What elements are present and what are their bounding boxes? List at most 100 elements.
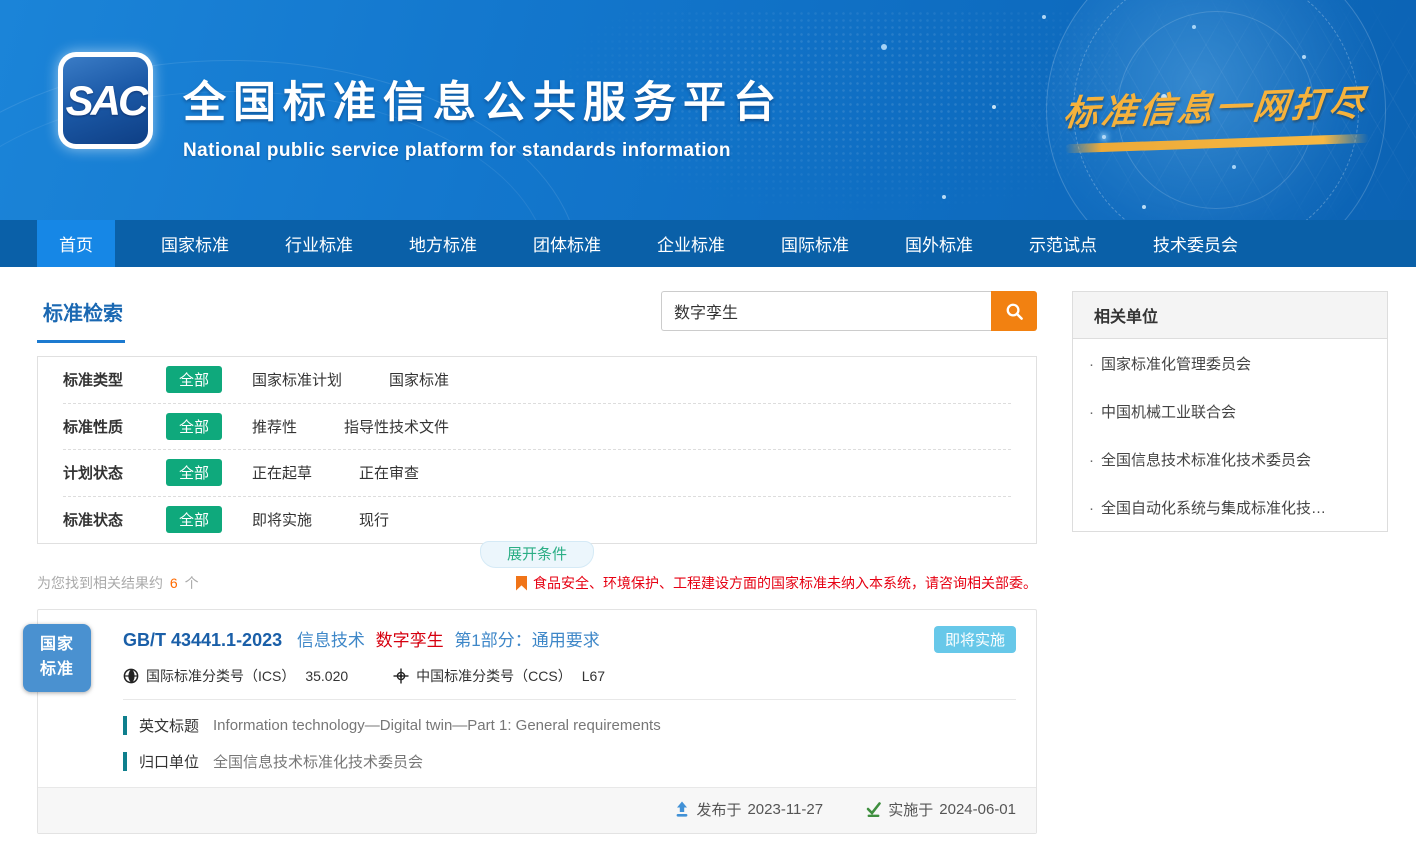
published-date-item: 发布于 2023-11-27: [674, 799, 823, 820]
nav-item-pilot[interactable]: 示范试点: [1023, 220, 1103, 267]
platform-title: 全国标准信息公共服务平台: [183, 68, 783, 130]
standard-title-highlight: 数字孪生: [376, 631, 444, 650]
nav-item-technical-committee[interactable]: 技术委员会: [1147, 220, 1244, 267]
filter-label: 标准类型: [63, 369, 166, 390]
field-label: 英文标题: [139, 715, 199, 736]
results-row: 为您找到相关结果约 6 个 食品安全、环境保护、工程建设方面的国家标准未纳入本系…: [37, 573, 1037, 593]
search-button[interactable]: [991, 291, 1037, 331]
platform-title-block: 全国标准信息公共服务平台 National public service pla…: [183, 68, 783, 162]
badge-line: 标准: [40, 658, 74, 683]
globe-icon: [123, 668, 139, 684]
sidebar-item-label: 全国信息技术标准化技术委员会: [1101, 452, 1311, 469]
implemented-date-item: 实施于 2024-06-01: [865, 799, 1016, 820]
filter-all-button[interactable]: 全部: [166, 506, 222, 533]
results-count-suffix: 个: [185, 575, 199, 591]
teal-bar: [123, 752, 127, 771]
notice-text: 食品安全、环境保护、工程建设方面的国家标准未纳入本系统，请咨询相关部委。: [533, 573, 1037, 593]
filter-label: 标准性质: [63, 416, 166, 437]
search-input[interactable]: [661, 291, 991, 331]
publish-upload-icon: [674, 801, 690, 818]
nav-item-group-standards[interactable]: 团体标准: [527, 220, 607, 267]
filter-option[interactable]: 现行: [359, 509, 389, 530]
platform-subtitle: National public service platform for sta…: [183, 140, 783, 162]
main-column: 标准检索 标准类型 全部 国家标准计划 国家标准: [37, 291, 1037, 834]
published-label: 发布于: [696, 799, 741, 820]
published-date: 2023-11-27: [747, 801, 823, 818]
field-value: Information technology—Digital twin—Part…: [213, 717, 661, 734]
implemented-label: 实施于: [888, 799, 933, 820]
results-count-number: 6: [170, 575, 178, 591]
filter-option[interactable]: 正在审查: [359, 462, 419, 483]
filter-label: 标准状态: [63, 509, 166, 530]
card-divider: [123, 699, 1016, 700]
sidebar-item-automation-systems-committee[interactable]: · 全国自动化系统与集成标准化技…: [1073, 483, 1387, 531]
nav-item-foreign-standards[interactable]: 国外标准: [899, 220, 979, 267]
page: SAC 全国标准信息公共服务平台 National public service…: [0, 0, 1416, 834]
filter-row-standard-type: 标准类型 全部 国家标准计划 国家标准: [63, 357, 1011, 404]
bullet: ·: [1089, 356, 1094, 373]
implement-check-icon: [865, 801, 882, 818]
system-notice: 食品安全、环境保护、工程建设方面的国家标准未纳入本系统，请咨询相关部委。: [516, 573, 1037, 593]
bullet: ·: [1089, 452, 1094, 469]
results-count-prefix: 为您找到相关结果约: [37, 575, 163, 591]
filter-row-standard-status: 标准状态 全部 即将实施 现行: [63, 497, 1011, 544]
card-head: GB/T 43441.1-2023 信息技术 数字孪生 第1部分：通用要求 即将…: [123, 626, 1016, 653]
standard-result-card[interactable]: 国家 标准 GB/T 43441.1-2023 信息技术 数字孪生 第1部分：通…: [37, 609, 1037, 834]
field-english-title: 英文标题 Information technology—Digital twin…: [123, 715, 1016, 736]
search-icon: [1005, 302, 1024, 321]
sidebar-item-label: 全国自动化系统与集成标准化技…: [1101, 500, 1326, 517]
implemented-date: 2024-06-01: [939, 801, 1016, 818]
main-nav: 首页 国家标准 行业标准 地方标准 团体标准 企业标准 国际标准 国外标准 示范…: [0, 220, 1416, 267]
ics-classification: 国际标准分类号（ICS） 35.020: [123, 666, 348, 686]
filter-option[interactable]: 推荐性: [252, 416, 297, 437]
bookmark-icon: [516, 576, 527, 591]
nav-item-national-standards[interactable]: 国家标准: [155, 220, 235, 267]
sac-logo[interactable]: SAC: [58, 52, 153, 149]
nav-item-international-standards[interactable]: 国际标准: [775, 220, 855, 267]
teal-bar: [123, 716, 127, 735]
status-badge: 即将实施: [934, 626, 1016, 653]
field-committee: 归口单位 全国信息技术标准化技术委员会: [123, 751, 1016, 772]
nav-item-enterprise-standards[interactable]: 企业标准: [651, 220, 731, 267]
nav-item-home[interactable]: 首页: [37, 220, 115, 267]
standard-code: GB/T 43441.1-2023: [123, 630, 282, 650]
filter-option[interactable]: 正在起草: [252, 462, 312, 483]
filter-option[interactable]: 国家标准计划: [252, 369, 342, 390]
page-title: 标准检索: [37, 291, 125, 343]
sidebar-item-sac[interactable]: · 国家标准化管理委员会: [1073, 339, 1387, 387]
nav-item-industry-standards[interactable]: 行业标准: [279, 220, 359, 267]
standard-title-part: 信息技术: [297, 631, 365, 650]
related-units-title: 相关单位: [1073, 292, 1387, 339]
ics-value: 35.020: [305, 668, 348, 684]
compass-icon: [393, 668, 409, 684]
card-footer: 发布于 2023-11-27 实施于 2024-06-01: [38, 787, 1036, 833]
bullet: ·: [1089, 500, 1094, 517]
sidebar-item-label: 中国机械工业联合会: [1101, 404, 1236, 421]
sidebar-item-it-standardization-committee[interactable]: · 全国信息技术标准化技术委员会: [1073, 435, 1387, 483]
filter-panel: 标准类型 全部 国家标准计划 国家标准 标准性质 全部 推荐性 指导性技术文件 …: [37, 356, 1037, 544]
standard-title-link[interactable]: GB/T 43441.1-2023 信息技术 数字孪生 第1部分：通用要求: [123, 626, 600, 651]
ccs-label: 中国标准分类号（CCS）: [416, 666, 572, 686]
badge-line: 国家: [40, 633, 74, 658]
sidebar: 相关单位 ·国家标准化管理委员会 ·中国机械工业联合会 ·全国信息技术标准化技术…: [1072, 291, 1388, 834]
filter-option[interactable]: 指导性技术文件: [344, 416, 449, 437]
slogan-block: 标准信息一网打尽: [1063, 75, 1369, 154]
search-box: [661, 291, 1037, 331]
sidebar-item-label: 国家标准化管理委员会: [1101, 356, 1251, 373]
filter-all-button[interactable]: 全部: [166, 413, 222, 440]
filter-all-button[interactable]: 全部: [166, 366, 222, 393]
nav-item-local-standards[interactable]: 地方标准: [403, 220, 483, 267]
ccs-classification: 中国标准分类号（CCS） L67: [393, 666, 605, 686]
expand-conditions-button[interactable]: 展开条件: [480, 541, 594, 568]
ccs-value: L67: [582, 668, 605, 684]
filter-option[interactable]: 即将实施: [252, 509, 312, 530]
filter-all-button[interactable]: 全部: [166, 459, 222, 486]
ics-label: 国际标准分类号（ICS）: [146, 666, 295, 686]
national-standard-badge: 国家 标准: [23, 624, 91, 692]
related-units-box: 相关单位 ·国家标准化管理委员会 ·中国机械工业联合会 ·全国信息技术标准化技术…: [1072, 291, 1388, 532]
sac-logo-text: SAC: [63, 57, 148, 144]
sidebar-item-machinery-federation[interactable]: ·中国机械工业联合会: [1073, 387, 1387, 435]
field-label: 归口单位: [139, 751, 199, 772]
filter-option[interactable]: 国家标准: [389, 369, 449, 390]
card-body: GB/T 43441.1-2023 信息技术 数字孪生 第1部分：通用要求 即将…: [38, 610, 1036, 772]
